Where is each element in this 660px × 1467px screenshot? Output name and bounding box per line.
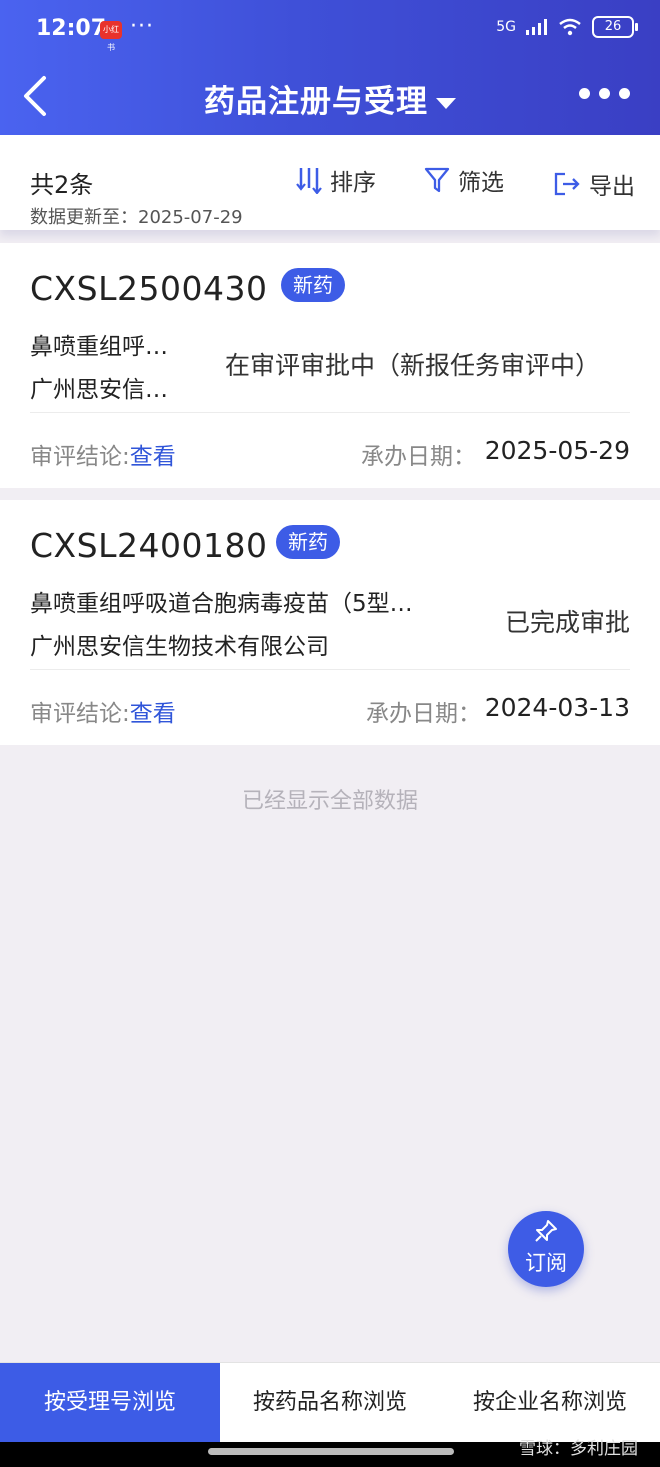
sort-icon bbox=[296, 168, 322, 194]
subscribe-label: 订阅 bbox=[525, 1251, 567, 1275]
status-time: 12:07 bbox=[36, 16, 107, 41]
wifi-icon bbox=[559, 18, 581, 36]
total-count: 共2条 bbox=[30, 171, 94, 199]
page-title-text: 药品注册与受理 bbox=[204, 84, 428, 120]
more-notifications-icon: ··· bbox=[130, 14, 154, 39]
view-conclusion-link[interactable]: 查看 bbox=[130, 701, 176, 727]
filter-button[interactable]: 筛选 bbox=[424, 163, 504, 197]
notification-app-icon: 小红书 bbox=[100, 21, 122, 52]
list-item[interactable]: CXSL2400180 新药 鼻喷重组呼吸道合胞病毒疫苗（5型… 广州思安信生物… bbox=[0, 500, 660, 745]
review-status: 已完成审批 bbox=[504, 608, 630, 637]
subscribe-button[interactable]: 订阅 bbox=[508, 1211, 584, 1287]
acceptance-date-label: 承办日期： bbox=[361, 444, 476, 470]
pin-icon bbox=[535, 1220, 557, 1242]
sort-button[interactable]: 排序 bbox=[296, 163, 376, 197]
export-label: 导出 bbox=[589, 174, 635, 200]
new-drug-badge: 新药 bbox=[281, 268, 345, 302]
home-indicator[interactable] bbox=[208, 1448, 454, 1455]
watermark: 雪球：多利庄园 bbox=[519, 1439, 638, 1459]
new-drug-badge: 新药 bbox=[276, 525, 340, 559]
conclusion-label: 审评结论: bbox=[30, 444, 130, 470]
tab-by-drug-name[interactable]: 按药品名称浏览 bbox=[220, 1363, 440, 1443]
tab-by-company-name[interactable]: 按企业名称浏览 bbox=[440, 1363, 660, 1443]
data-updated-date: 数据更新至：2025-07-29 bbox=[30, 207, 243, 228]
status-bar: 12:07 小红书 ··· 5G 26 bbox=[0, 0, 660, 60]
review-conclusion: 审评结论:查看 bbox=[30, 694, 176, 728]
acceptance-number: CXSL2400180 bbox=[30, 526, 268, 565]
review-status: 在审评审批中（新报任务审评中） bbox=[225, 351, 601, 380]
drug-name: 鼻喷重组呼… bbox=[30, 334, 168, 360]
tab-by-acceptance-number[interactable]: 按受理号浏览 bbox=[0, 1363, 220, 1443]
end-of-list-note: 已经显示全部数据 bbox=[241, 789, 418, 814]
signal-icon bbox=[526, 19, 547, 35]
app-header: 12:07 小红书 ··· 5G 26 药品注册与受理 bbox=[0, 0, 660, 135]
acceptance-date: 2025-05-29 bbox=[484, 436, 630, 465]
acceptance-number: CXSL2500430 bbox=[30, 269, 268, 308]
conclusion-label: 审评结论: bbox=[30, 701, 130, 727]
acceptance-date-label: 承办日期： bbox=[366, 701, 481, 727]
filter-label: 筛选 bbox=[458, 170, 504, 196]
battery-icon: 26 bbox=[592, 16, 638, 38]
view-conclusion-link[interactable]: 查看 bbox=[130, 444, 176, 470]
more-options-button[interactable] bbox=[579, 88, 630, 99]
drug-name: 鼻喷重组呼吸道合胞病毒疫苗（5型… bbox=[30, 591, 413, 617]
card-divider bbox=[30, 669, 630, 670]
list-item[interactable]: CXSL2500430 新药 鼻喷重组呼… 广州思安信… 在审评审批中（新报任务… bbox=[0, 243, 660, 488]
review-conclusion: 审评结论:查看 bbox=[30, 437, 176, 471]
browse-tabs: 按受理号浏览 按药品名称浏览 按企业名称浏览 bbox=[0, 1362, 660, 1443]
company-name: 广州思安信生物技术有限公司 bbox=[30, 634, 329, 660]
page-title[interactable]: 药品注册与受理 bbox=[0, 76, 660, 121]
filter-icon bbox=[424, 167, 450, 193]
chevron-down-icon bbox=[436, 98, 456, 109]
card-divider bbox=[30, 412, 630, 413]
export-icon bbox=[554, 172, 580, 196]
network-label: 5G bbox=[496, 19, 516, 35]
company-name: 广州思安信… bbox=[30, 377, 168, 403]
list-summary: 共2条 数据更新至：2025-07-29 排序 筛选 导出 bbox=[0, 135, 660, 230]
sort-label: 排序 bbox=[330, 170, 376, 196]
acceptance-date: 2024-03-13 bbox=[484, 693, 630, 722]
status-icons: 5G 26 bbox=[496, 16, 638, 38]
export-button[interactable]: 导出 bbox=[553, 167, 635, 201]
